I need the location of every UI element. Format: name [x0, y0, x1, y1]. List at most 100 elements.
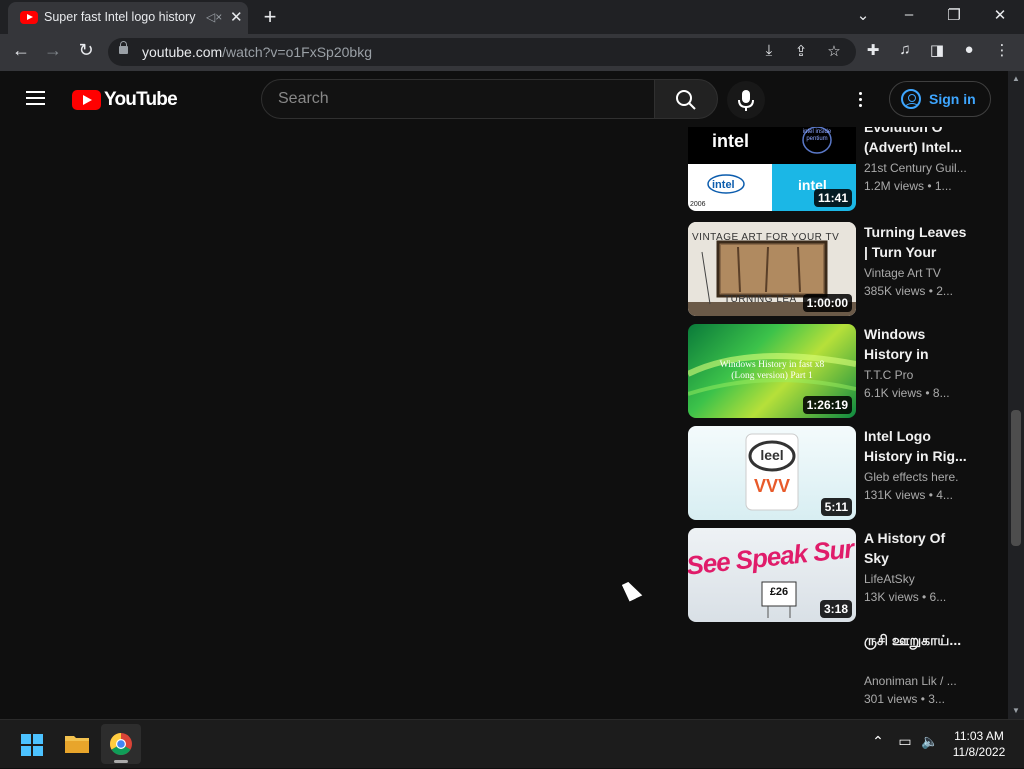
video-meta: 301 views • 3...: [864, 692, 945, 706]
thumb-text: intel: [712, 131, 750, 151]
video-title[interactable]: Windows History in fast...: [864, 324, 968, 364]
network-icon[interactable]: ▭: [895, 733, 915, 750]
video-title[interactable]: Intel Logo History in Rig...: [864, 426, 968, 466]
close-tab-icon[interactable]: ✕: [230, 8, 243, 26]
video-meta: 1.2M views • 1...: [864, 179, 952, 193]
install-app-icon[interactable]: ⤓: [759, 42, 779, 59]
new-tab-button[interactable]: +: [260, 4, 280, 30]
page-scrollbar[interactable]: [1008, 71, 1024, 719]
video-duration-badge: 3:18: [819, 600, 852, 618]
share-icon[interactable]: ⇪: [791, 42, 811, 60]
search-placeholder: Search: [278, 90, 329, 107]
sign-in-button[interactable]: Sign in: [889, 81, 991, 117]
video-channel-name[interactable]: 21st Century Guil...: [864, 161, 968, 175]
video-duration-badge: 1:00:00: [802, 294, 852, 312]
sign-in-label: Sign in: [929, 91, 976, 107]
video-thumbnail[interactable]: VINTAGE ART FOR YOUR TV TURNING LEA 1:00…: [688, 222, 856, 316]
video-meta: 131K views • 4...: [864, 488, 953, 502]
chrome-taskbar-icon[interactable]: [101, 724, 141, 764]
close-window-icon[interactable]: ✕: [990, 6, 1010, 24]
video-channel-name[interactable]: LifeAtSky: [864, 572, 968, 586]
video-channel-name[interactable]: Gleb effects here.: [864, 470, 968, 484]
forward-arrow-icon[interactable]: →: [42, 40, 64, 61]
thumb-text: VVV: [753, 476, 791, 496]
microphone-icon: [738, 90, 754, 111]
thumb-text: VINTAGE ART FOR YOUR TV: [692, 232, 840, 243]
thumb-text: leel: [760, 447, 784, 463]
video-duration-badge: 11:41: [813, 189, 852, 207]
menu-hamburger-icon[interactable]: [26, 91, 45, 106]
bookmark-star-icon[interactable]: ☆: [824, 42, 844, 60]
related-video-card[interactable]: intel intel inside pentium intel intel 2…: [688, 127, 978, 213]
user-circle-icon: [901, 89, 921, 109]
title-top-mask: [942, 127, 968, 137]
speaker-muted-icon[interactable]: ◁×: [206, 10, 222, 24]
clock-time: 11:03 AM: [954, 729, 1004, 743]
related-video-card[interactable]: ருசி ஊறுகாய்... Anoniman Lik / ... 301 v…: [688, 630, 978, 719]
folder-icon: [65, 736, 89, 753]
youtube-play-logo-icon: [72, 90, 101, 110]
video-meta: 13K views • 6...: [864, 590, 947, 604]
related-video-card[interactable]: VINTAGE ART FOR YOUR TV TURNING LEA 1:00…: [688, 222, 978, 318]
windows-taskbar: ⌃ ▭ 🔈 11:03 AM 11/8/2022: [0, 719, 1024, 768]
youtube-logo[interactable]: YouTube: [72, 89, 178, 111]
minimize-window-icon[interactable]: –: [899, 6, 919, 23]
scroll-down-arrow-icon[interactable]: ▼: [1011, 706, 1021, 715]
back-arrow-icon[interactable]: ←: [10, 40, 32, 61]
video-meta: 6.1K views • 8...: [864, 386, 950, 400]
tab-search-chevron-icon[interactable]: ⌄: [853, 6, 873, 24]
video-thumbnail[interactable]: leel VVV 5:11: [688, 426, 856, 520]
thumb-text: £26: [769, 586, 789, 598]
video-thumbnail[interactable]: Windows History in fast x8 (Long version…: [688, 324, 856, 418]
windows-start-icon[interactable]: [12, 724, 52, 764]
video-meta: 385K views • 2...: [864, 284, 953, 298]
browser-tab[interactable]: Super fast Intel logo history ◁× ✕: [8, 2, 248, 34]
video-title[interactable]: ருசி ஊறுகாய்...: [864, 630, 968, 670]
search-input[interactable]: Search: [261, 79, 655, 119]
clock-date: 11/8/2022: [952, 745, 1006, 759]
restore-window-icon[interactable]: ❐: [944, 6, 964, 24]
show-hidden-icons-chevron-icon[interactable]: ⌃: [868, 733, 888, 750]
thumb-text: TURNING LEA: [724, 294, 797, 305]
scrollbar-thumb[interactable]: [1011, 410, 1021, 546]
settings-kebab-icon[interactable]: [852, 91, 868, 109]
video-channel-name[interactable]: Vintage Art TV: [864, 266, 968, 280]
thumb-text: 2006: [690, 201, 706, 208]
video-duration-badge: 5:11: [820, 498, 852, 516]
video-duration-badge: 1:26:19: [802, 396, 852, 414]
volume-icon[interactable]: 🔈: [920, 733, 940, 750]
file-explorer-icon[interactable]: [57, 724, 97, 764]
video-channel-name[interactable]: Anoniman Lik / ...: [864, 674, 968, 688]
youtube-wordmark: YouTube: [104, 89, 178, 110]
scroll-up-arrow-icon[interactable]: ▲: [1011, 74, 1021, 83]
related-video-card[interactable]: Windows History in fast x8 (Long version…: [688, 324, 978, 420]
search-button[interactable]: [654, 79, 718, 119]
watch-page-content: intel intel inside pentium intel intel 2…: [0, 127, 1008, 719]
video-thumbnail[interactable]: intel intel inside pentium intel intel 2…: [688, 127, 856, 211]
video-title[interactable]: A History Of Sky: [864, 528, 968, 568]
related-video-card[interactable]: See Speak Sur £26 3:18 A History Of Sky …: [688, 528, 978, 624]
youtube-favicon-icon: [20, 11, 38, 24]
search-icon: [676, 90, 696, 110]
profile-avatar-icon[interactable]: ●: [959, 41, 979, 58]
url-text[interactable]: youtube.com/watch?v=o1FxSp20bkg: [142, 44, 372, 60]
thumb-text: intel: [712, 179, 735, 191]
voice-search-button[interactable]: [727, 81, 765, 119]
tab-title: Super fast Intel logo history: [44, 10, 196, 24]
active-app-indicator: [114, 760, 128, 763]
lock-icon[interactable]: [119, 41, 128, 54]
video-title[interactable]: Turning Leaves | Turn Your TV...: [864, 222, 968, 262]
chrome-logo-icon: [110, 733, 132, 755]
side-panel-icon[interactable]: ◨: [927, 41, 947, 59]
media-control-icon[interactable]: ♫: [895, 41, 915, 58]
reload-icon[interactable]: ↻: [75, 40, 97, 61]
taskbar-clock[interactable]: 11:03 AM 11/8/2022: [944, 728, 1014, 760]
youtube-masthead: YouTube Search Sign in: [0, 71, 1008, 127]
related-video-card[interactable]: leel VVV 5:11 Intel Logo History in Rig.…: [688, 426, 978, 522]
chrome-menu-icon[interactable]: ⋮: [992, 41, 1012, 59]
video-channel-name[interactable]: T.T.C Pro: [864, 368, 968, 382]
address-bar[interactable]: youtube.com/watch?v=o1FxSp20bkg ⤓ ⇪ ☆: [108, 38, 856, 66]
video-thumbnail[interactable]: See Speak Sur £26 3:18: [688, 528, 856, 622]
thumb-text: intel inside pentium: [802, 129, 832, 142]
extensions-puzzle-icon[interactable]: ✚: [863, 41, 883, 59]
